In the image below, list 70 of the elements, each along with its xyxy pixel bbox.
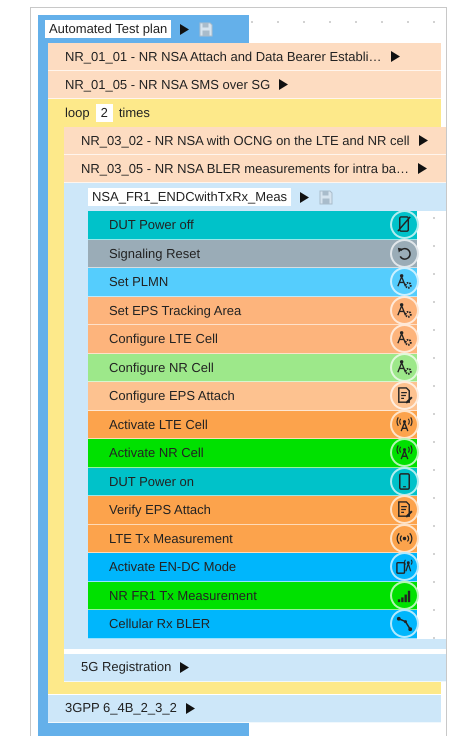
play-icon[interactable] [390,51,400,62]
crossed-phone-icon [390,210,419,240]
step-name: Signaling Reset [109,244,200,263]
step-block[interactable]: Configure LTE Cell [88,325,417,354]
step-block[interactable]: NR FR1 Tx Measurement [88,582,417,610]
test-block[interactable]: NR_01_05 - NR NSA SMS over SG [48,71,441,99]
sequence-title-field[interactable]: NSA_FR1_ENDCwithTxRx_Meas [88,188,292,206]
step-name: Activate NR Cell [109,444,204,462]
test-name: NR_01_05 - NR NSA SMS over SG [65,76,270,94]
play-icon[interactable] [278,79,288,90]
group-block[interactable]: 3GPP 6_4B_2_3_2 [48,694,441,722]
test-name: NR_01_01 - NR NSA Attach and Data Bearer Establi… [65,48,382,66]
test-name: 5G Registration [81,658,172,676]
radio-tower-icon [390,438,419,468]
loop-count-field[interactable]: 2 [96,104,113,122]
step-block[interactable]: Activate EN-DC Mode [88,553,417,582]
step-block[interactable]: Signaling Reset [88,240,417,268]
step-name: Set EPS Tracking Area [109,302,242,320]
step-name: Set PLMN [109,273,168,291]
step-block[interactable]: Set EPS Tracking Area [88,296,417,325]
play-icon[interactable] [184,702,195,714]
connected-dots-icon [390,609,419,638]
step-name: Configure LTE Cell [109,330,218,348]
play-icon[interactable] [299,192,310,202]
radio-tower-icon [390,410,419,439]
reset-icon [390,238,419,268]
play-icon[interactable] [179,24,190,34]
step-name: Activate EN-DC Mode [109,558,236,576]
loop-label: loop [65,104,90,122]
document-pen-icon [390,495,419,524]
play-icon[interactable] [179,662,190,672]
test-name: 3GPP 6_4B_2_3_2 [65,699,177,718]
loop-label: times [118,104,150,122]
step-block[interactable]: DUT Power off [88,211,417,240]
test-block[interactable]: NR_03_05 - NR NSA BLER measurements for intra ba… [64,155,446,183]
step-name: LTE Tx Measurement [109,530,233,548]
step-block[interactable]: Verify EPS Attach [88,496,417,524]
step-name: Activate LTE Cell [109,416,208,434]
antenna-gear-icon [390,352,419,382]
test-block[interactable]: NR_01_01 - NR NSA Attach and Data Bearer Establi… [48,43,441,71]
play-icon[interactable] [417,163,428,174]
step-name: Verify EPS Attach [109,501,211,519]
step-name: Configure EPS Attach [109,387,235,405]
broadcast-icon [390,524,419,553]
phone-antenna-icon [390,552,419,582]
signal-bars-icon [390,580,419,610]
step-block[interactable]: Configure NR Cell [88,354,417,382]
step-name: DUT Power off [109,216,194,234]
step-name: NR FR1 Tx Measurement [109,586,257,604]
step-block[interactable]: Activate LTE Cell [88,410,417,439]
step-block[interactable]: DUT Power on [88,468,417,496]
group-block[interactable]: 5G Registration [64,654,446,682]
test-name: NR_03_05 - NR NSA BLER measurements for intra ba… [81,160,410,178]
step-block[interactable]: Cellular Rx BLER [88,610,417,638]
antenna-gear-icon [390,324,419,354]
play-icon[interactable] [418,135,428,146]
step-block[interactable]: LTE Tx Measurement [88,524,417,553]
antenna-gear-icon [390,296,419,325]
step-block[interactable]: Set PLMN [88,268,417,296]
step-name: Configure NR Cell [109,358,214,377]
step-name: Cellular Rx BLER [109,615,210,633]
step-block[interactable]: Configure EPS Attach [88,382,417,410]
step-name: DUT Power on [109,472,194,490]
step-block[interactable]: Activate NR Cell [88,439,417,468]
document-pen-icon [390,381,419,410]
phone-icon [390,466,419,496]
test-block[interactable]: NR_03_02 - NR NSA with OCNG on the LTE and NR cell [64,127,446,155]
antenna-gear-icon [390,267,419,296]
plan-title-field[interactable]: Automated Test plan [45,20,172,38]
test-name: NR_03_02 - NR NSA with OCNG on the LTE and NR cell [81,132,410,150]
